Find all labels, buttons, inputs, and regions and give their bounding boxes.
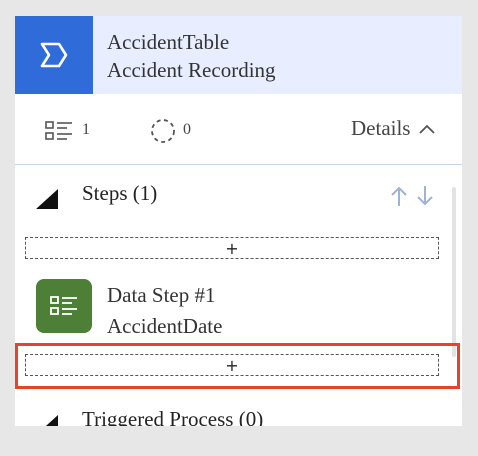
- scrollbar[interactable]: [452, 187, 456, 357]
- step-field: AccidentDate: [107, 314, 223, 338]
- process-panel: AccidentTable Accident Recording 1 0 Det…: [15, 16, 462, 426]
- details-label: Details: [351, 116, 411, 140]
- collapse-triangle-icon[interactable]: [34, 187, 60, 216]
- arrow-down-icon[interactable]: [415, 184, 435, 213]
- dashed-circle-icon: [148, 116, 178, 151]
- arrow-up-icon[interactable]: [389, 184, 409, 213]
- details-toggle[interactable]: Details: [351, 116, 436, 141]
- stats-row: 1 0 Details: [15, 94, 462, 164]
- step-name[interactable]: Data Step #1: [107, 283, 215, 308]
- processes-count: 0: [183, 121, 191, 138]
- add-step-button[interactable]: +: [25, 354, 439, 376]
- triggered-process-heading: Triggered Process (0): [82, 407, 264, 426]
- data-step-icon[interactable]: [36, 279, 92, 333]
- chevron-badge-icon: [15, 16, 93, 94]
- chevron-up-icon: [418, 116, 436, 141]
- collapse-triangle-icon[interactable]: [34, 413, 60, 426]
- panel-header: AccidentTable Accident Recording: [15, 16, 462, 94]
- steps-heading: Steps (1): [82, 181, 158, 205]
- steps-section: Steps (1) + Data Step #1 AccidentDate + …: [15, 164, 462, 426]
- add-step-button[interactable]: +: [25, 237, 439, 259]
- steps-list-icon: [45, 120, 73, 147]
- steps-count: 1: [82, 121, 90, 138]
- table-name: AccidentTable: [107, 30, 230, 54]
- process-name: Accident Recording: [107, 58, 276, 82]
